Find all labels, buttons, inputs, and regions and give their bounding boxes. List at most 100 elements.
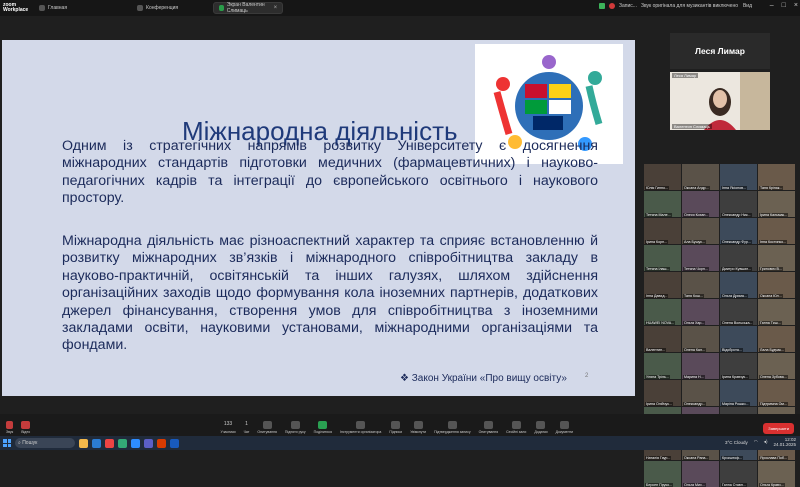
participant-tile[interactable]: Ганна Тиш... [758, 299, 795, 325]
minimize-icon[interactable]: – [770, 2, 774, 9]
participant-name: Відоброта... [721, 348, 743, 352]
participant-tile[interactable]: Олеся Кохан... [682, 191, 719, 217]
participant-tile[interactable]: Олександр Ник... [720, 191, 757, 217]
home-icon [39, 5, 45, 11]
toolbar-label: Чат [243, 430, 250, 434]
toolbar-button[interactable]: Підписи [389, 421, 402, 434]
participant-tile[interactable]: Ольга Кравч... [758, 461, 795, 487]
participant-tile[interactable]: Уляна Тріль... [644, 353, 681, 379]
participant-tile[interactable]: Лала Будчак... [758, 326, 795, 352]
tab-screen-share[interactable]: Экран Валентин Слимаць × [213, 2, 284, 14]
participant-tile[interactable]: Інна Давид... [644, 272, 681, 298]
participant-tile[interactable]: Ольга Хар... [682, 299, 719, 325]
participant-tile[interactable]: Марина Н... [682, 353, 719, 379]
toolbar-button[interactable]: Опитування [479, 421, 498, 434]
participant-tile[interactable]: Ірина Олійчук... [644, 380, 681, 406]
participant-tile[interactable]: Ала Бушук... [682, 218, 719, 244]
maximize-icon[interactable]: □ [782, 2, 786, 9]
toolbar-label: Документи [555, 430, 574, 434]
participant-tile[interactable]: Підтримна Ом... [758, 380, 795, 406]
edge-icon[interactable] [92, 438, 101, 448]
toolbar-button[interactable]: Підняти руку [285, 421, 306, 434]
participant-tile[interactable]: Тетяна Чорн... [682, 245, 719, 271]
participant-name: Оксана Рапа... [683, 456, 710, 460]
close-window-icon[interactable]: × [794, 2, 798, 9]
participant-tile[interactable]: Тетяна Ілаш... [644, 245, 681, 271]
chrome-icon[interactable] [105, 438, 114, 448]
toolbar-button[interactable]: Підтвердження запису [434, 421, 471, 434]
participant-tile[interactable]: Оксана Юл... [758, 272, 795, 298]
speaker-name-tile[interactable]: Леся Лимар [670, 33, 770, 69]
participant-name: Гринович В... [759, 267, 783, 271]
participant-name: Маріна Рошко... [721, 402, 750, 406]
word-icon[interactable] [170, 438, 179, 448]
windows-start-icon[interactable] [3, 439, 11, 447]
toolbar-button[interactable]: Додатки [534, 421, 548, 434]
speaker-video[interactable]: Леся Лимар Валентин Слимаць [670, 72, 770, 130]
participant-tile[interactable]: Дмитро Кувшин... [720, 245, 757, 271]
participant-tile[interactable]: Ольга Мих... [682, 461, 719, 487]
volume-icon[interactable]: ◂) [764, 439, 768, 445]
wifi-icon[interactable]: ◠ [754, 439, 758, 445]
toolbar-button[interactable]: Звук [6, 421, 13, 434]
participant-tile[interactable]: Юлія Гиппо... [644, 164, 681, 190]
toolbar-button[interactable]: Опитування [257, 421, 277, 434]
toolbar-button[interactable]: Поділитися [314, 421, 332, 434]
toolbar-button[interactable]: Відео [21, 421, 30, 434]
participant-name: Уляна Тріль... [645, 375, 670, 379]
tab-label: Конференция [146, 5, 179, 11]
zoom-icon[interactable] [131, 438, 140, 448]
taskbar-search[interactable]: ⌕ Пошук [15, 438, 75, 448]
participant-tile[interactable]: Олена Кал... [682, 326, 719, 352]
participant-tile[interactable]: Оксана Андр... [682, 164, 719, 190]
toolbar-button[interactable]: 133 Учасники [220, 421, 235, 434]
participant-tile[interactable]: Олена Зубова... [758, 353, 795, 379]
participant-tile[interactable]: HUAWEI NOVA... [644, 299, 681, 325]
participant-tile[interactable]: Тетяна Мале... [644, 191, 681, 217]
app-icon[interactable] [118, 438, 127, 448]
participant-tile[interactable]: Маріна Рошко... [720, 380, 757, 406]
tab-meeting[interactable]: Конференция [132, 2, 183, 14]
weather[interactable]: 3°C Cloudy [725, 440, 748, 445]
participant-name: Ірина Корн... [645, 240, 669, 244]
participant-tile[interactable]: Ольга Дрима... [720, 272, 757, 298]
view-button[interactable]: Вид [743, 3, 752, 9]
end-meeting-button[interactable]: Завершити [763, 423, 794, 434]
participant-tile[interactable]: Олена Вольська... [720, 299, 757, 325]
tab-home[interactable]: Главная [34, 2, 72, 14]
participant-tile[interactable]: Олександр... [682, 380, 719, 406]
clock[interactable]: 12:02 24.01.2025 [773, 437, 796, 447]
participant-tile[interactable]: Берсен Пруко... [644, 461, 681, 487]
participant-name: Крзиштоф... [721, 456, 744, 460]
toolbar-button[interactable]: Інструменти організатора [340, 421, 381, 434]
tab-label: Экран Валентин Слимаць [226, 2, 265, 14]
speaker-label-bottom: Валентин Слимаць [672, 124, 712, 129]
close-icon[interactable]: × [274, 5, 278, 11]
file-explorer-icon[interactable] [79, 438, 88, 448]
participant-tile[interactable]: Валентин... [644, 326, 681, 352]
toolbar-button[interactable]: Увімкнути [410, 421, 426, 434]
participant-name: Тетяна Мале... [645, 213, 672, 217]
toolbar-button[interactable]: Сесійні зали [506, 421, 526, 434]
participant-name: Марина Н... [683, 375, 705, 379]
powerpoint-icon[interactable] [157, 438, 166, 448]
teams-icon[interactable] [144, 438, 153, 448]
participant-tile[interactable]: Ірина Корн... [644, 218, 681, 244]
participant-tile[interactable]: Таня Кріпак... [758, 164, 795, 190]
participant-tile[interactable]: Інна Костинко... [758, 218, 795, 244]
toolbar-icon [511, 421, 521, 429]
participant-tile[interactable]: Ірина Кальмак... [758, 191, 795, 217]
participant-tile[interactable]: Відоброта... [720, 326, 757, 352]
participant-tile[interactable]: Таня Кош... [682, 272, 719, 298]
participant-tile[interactable]: Ганна Ставн... [720, 461, 757, 487]
participant-name: Ярослава Поб... [759, 456, 788, 460]
participant-tile[interactable]: Інна Ясіонов... [720, 164, 757, 190]
toolbar-button[interactable]: Документи [556, 421, 573, 434]
toolbar-icon [290, 421, 300, 429]
participant-name: Берсен Пруко... [645, 483, 674, 487]
participant-tile[interactable]: Олександр Фур... [720, 218, 757, 244]
participant-tile[interactable]: Гринович В... [758, 245, 795, 271]
toolbar-button[interactable]: 1 Чат [244, 421, 250, 434]
participant-name: Олена Вольська... [721, 321, 754, 325]
participant-tile[interactable]: Ірина Кравчук... [720, 353, 757, 379]
